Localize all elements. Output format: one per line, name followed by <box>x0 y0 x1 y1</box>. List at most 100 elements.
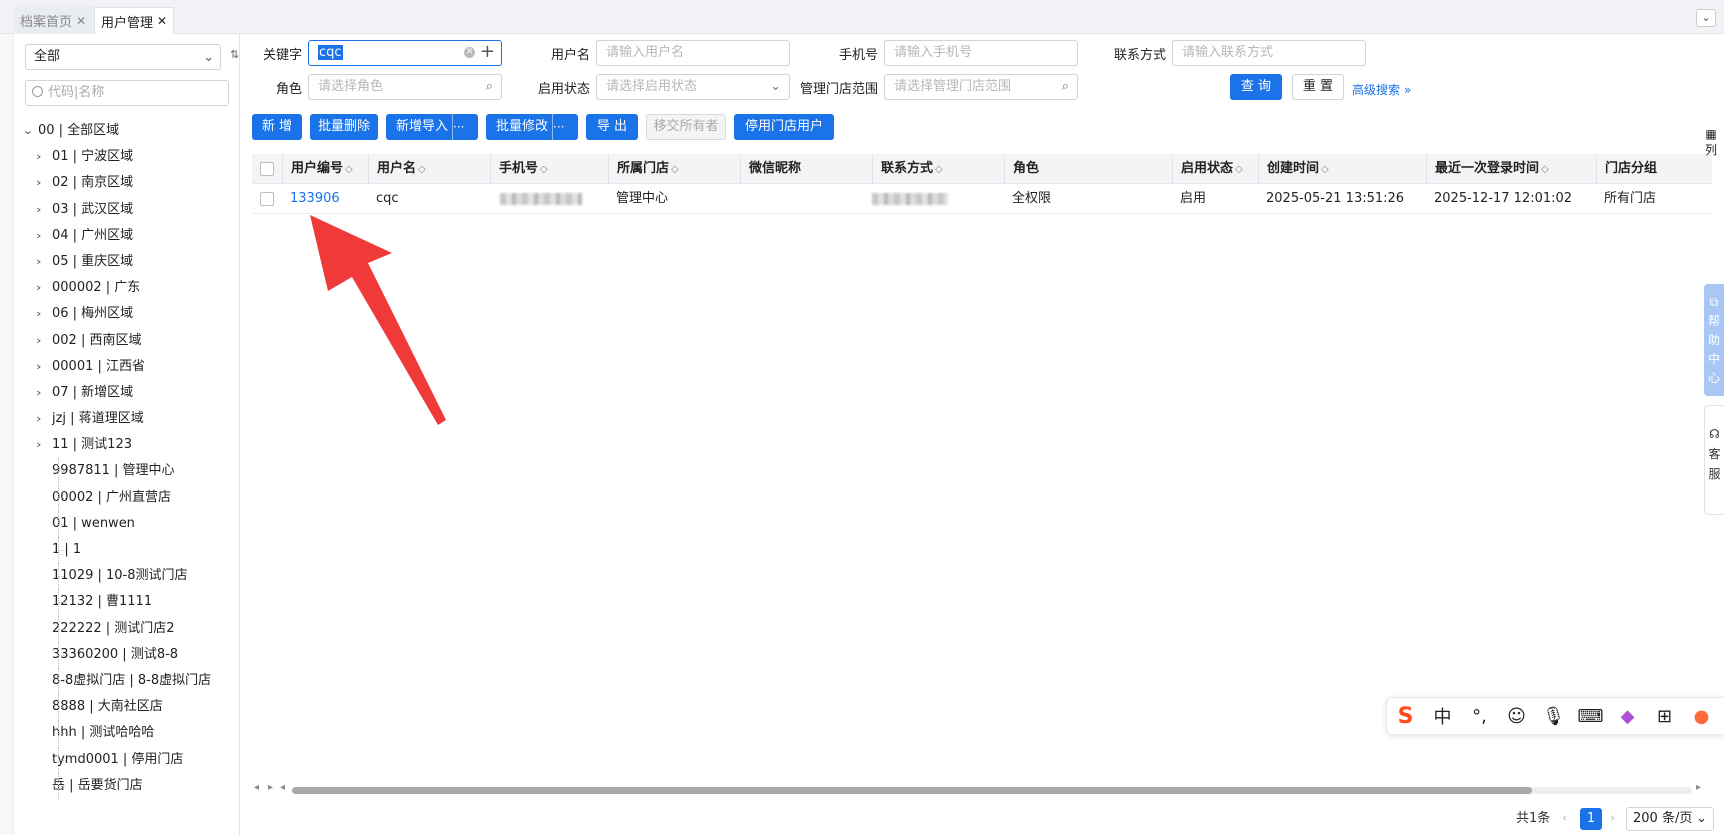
batch-delete-button[interactable]: 批量删除 <box>310 114 378 140</box>
punctuation-icon[interactable]: °, <box>1461 706 1498 727</box>
chevron-right-icon[interactable]: › <box>36 432 54 458</box>
tree-node-root[interactable]: ⌄ 00 | 全部区域 <box>22 118 238 144</box>
add-button[interactable]: 新 增 <box>252 114 302 140</box>
tree-node-region[interactable]: › 05 | 重庆区域 <box>24 249 238 275</box>
page-size-select[interactable]: 200 条/页 ⌄ <box>1626 807 1714 831</box>
transfer-owner-button[interactable]: 移交所有者 <box>646 114 726 140</box>
scope-select[interactable]: 全部 ⌄ <box>25 44 221 70</box>
tree-node-region[interactable]: › 002 | 西南区域 <box>24 328 238 354</box>
scroll-thumb[interactable] <box>292 787 1532 794</box>
chevron-right-icon[interactable]: › <box>36 197 54 223</box>
microphone-icon[interactable]: 🎙 <box>1535 706 1572 727</box>
tree-node-store[interactable]: 12132 | 曹1111 <box>24 589 238 616</box>
disable-store-user-button[interactable]: 停用门店用户 <box>734 114 834 140</box>
tree-node-region[interactable]: › 04 | 广州区域 <box>24 223 238 249</box>
keyboard-icon[interactable]: ⌨ <box>1572 706 1609 727</box>
more-icon[interactable]: ··· <box>552 114 578 140</box>
th-status[interactable]: 启用状态 ◇ <box>1172 154 1258 184</box>
mascot-icon[interactable]: ● <box>1683 706 1720 727</box>
role-select[interactable]: 请选择角色 ⌕ <box>308 74 502 100</box>
tree-node-region[interactable]: › jzj | 蒋道理区域 <box>24 406 238 432</box>
tree-node-store[interactable]: 9987811 | 管理中心 <box>24 458 238 485</box>
tree-node-region[interactable]: › 02 | 南京区域 <box>24 170 238 196</box>
tree-node-region[interactable]: › 03 | 武汉区域 <box>24 197 238 223</box>
scroll-right-icon[interactable]: ▸ <box>268 782 273 793</box>
chevron-right-icon[interactable]: › <box>36 380 54 406</box>
tab-user-management[interactable]: 用户管理 ✕ <box>94 7 175 34</box>
clear-icon[interactable]: ✕ <box>464 47 475 58</box>
store-range-select[interactable]: 请选择管理门店范围 ⌕ <box>884 74 1078 100</box>
batch-edit-button[interactable]: 批量修改 ··· <box>486 114 578 140</box>
th-phone[interactable]: 手机号 ◇ <box>490 154 612 184</box>
column-settings-button[interactable]: ▦ 列 <box>1700 126 1722 158</box>
tree-node-store[interactable]: 11029 | 10-8测试门店 <box>24 563 238 590</box>
export-button[interactable]: 导 出 <box>586 114 638 140</box>
tree-node-store[interactable]: 8888 | 大南社区店 <box>24 694 238 721</box>
advanced-search-link[interactable]: 高级搜索 » <box>1352 81 1411 98</box>
tree-node-store[interactable]: 8-8虚拟门店 | 8-8虚拟门店 <box>24 667 238 694</box>
username-input[interactable]: 请输入用户名 <box>596 40 790 66</box>
chevron-down-icon[interactable]: ⌄ <box>22 118 40 144</box>
tree-node-store[interactable]: 33360200 | 测试8-8 <box>24 641 238 668</box>
scroll-end-icon[interactable]: ▸ <box>1696 782 1701 793</box>
tree-node-region[interactable]: › 07 | 新增区域 <box>24 380 238 406</box>
status-select[interactable]: 请选择启用状态 ⌄ <box>596 74 790 100</box>
chevron-right-icon[interactable]: › <box>36 406 54 432</box>
chevron-down-icon[interactable]: ⌄ <box>1696 9 1716 27</box>
chevron-right-icon[interactable]: › <box>36 354 54 380</box>
tree-node-store[interactable]: 01 | wenwen <box>24 510 238 537</box>
query-button[interactable]: 查 询 <box>1230 74 1282 100</box>
sogou-logo-icon[interactable]: S <box>1387 704 1424 729</box>
page-1-button[interactable]: 1 <box>1580 808 1602 830</box>
tree-node-region[interactable]: › 01 | 宁波区域 <box>24 144 238 170</box>
close-icon[interactable]: ✕ <box>76 14 86 28</box>
more-icon[interactable]: ··· <box>452 114 478 140</box>
chevron-right-icon[interactable]: › <box>36 170 54 196</box>
tab-archive-home[interactable]: 档案首页 ✕ <box>14 7 93 34</box>
phone-input[interactable]: 请输入手机号 <box>884 40 1078 66</box>
contact-input[interactable]: 请输入联系方式 <box>1172 40 1366 66</box>
chevron-right-icon[interactable]: › <box>36 328 54 354</box>
th-username[interactable]: 用户名 ◇ <box>368 154 490 184</box>
horizontal-scrollbar[interactable]: ◂ ▸ ◂ ▸ <box>252 782 1702 798</box>
emoji-icon[interactable]: ☺ <box>1498 706 1535 727</box>
customer-service-button[interactable]: ☊ 客服 <box>1704 405 1724 515</box>
th-last-login[interactable]: 最近一次登录时间 ◇ <box>1426 154 1596 184</box>
skin-icon[interactable]: ◆ <box>1609 706 1646 727</box>
keyword-input[interactable]: cqc ✕ + <box>308 40 502 66</box>
plus-icon[interactable]: + <box>480 41 495 63</box>
select-all-checkbox[interactable] <box>260 162 274 176</box>
table-row[interactable]: 133906 cqc 管理中心 全权限 启用 2025-05-21 13:51:… <box>252 184 1712 214</box>
next-page-icon[interactable]: › <box>1610 808 1615 830</box>
tree-node-store[interactable]: 岳 | 岳要货门店 <box>24 772 238 799</box>
chevron-right-icon[interactable]: › <box>36 144 54 170</box>
import-button[interactable]: 新增导入 ··· <box>386 114 478 140</box>
th-store[interactable]: 所属门店 ◇ <box>608 154 740 184</box>
chevron-right-icon[interactable]: › <box>36 223 54 249</box>
grid-icon[interactable]: ⊞ <box>1646 706 1683 727</box>
tree-node-region[interactable]: › 06 | 梅州区域 <box>24 301 238 327</box>
tree-search-input[interactable]: 代码|名称 <box>25 80 229 106</box>
tree-node-region[interactable]: › 00001 | 江西省 <box>24 354 238 380</box>
sort-icon[interactable]: ⇅ <box>230 48 239 61</box>
tree-node-store[interactable]: hhh | 测试哈哈哈 <box>24 720 238 747</box>
tree-node-region[interactable]: › 11 | 测试123 <box>24 432 238 458</box>
tree-node-store[interactable]: 1 | 1 <box>24 537 238 563</box>
tree-node-store[interactable]: 00002 | 广州直营店 <box>24 484 238 511</box>
th-contact[interactable]: 联系方式 ◇ <box>872 154 1004 184</box>
close-icon[interactable]: ✕ <box>157 14 167 28</box>
chevron-right-icon[interactable]: › <box>36 275 54 301</box>
th-created[interactable]: 创建时间 ◇ <box>1258 154 1426 184</box>
chinese-mode-icon[interactable]: 中 <box>1424 703 1461 729</box>
scroll-left-icon[interactable]: ◂ <box>254 782 259 793</box>
row-checkbox[interactable] <box>260 192 274 206</box>
tree-node-region[interactable]: › 000002 | 广东 <box>24 275 238 301</box>
tree-node-store[interactable]: 222222 | 测试门店2 <box>24 615 238 642</box>
tree-node-store[interactable]: tymd0001 | 停用门店 <box>24 746 238 773</box>
chevron-right-icon[interactable]: › <box>36 249 54 275</box>
scroll-start-icon[interactable]: ◂ <box>280 782 285 793</box>
prev-page-icon[interactable]: ‹ <box>1562 808 1567 830</box>
help-center-button[interactable]: ⧉ 帮助中心 <box>1704 284 1724 396</box>
th-user-id[interactable]: 用户编号 ◇ <box>282 154 368 184</box>
reset-button[interactable]: 重 置 <box>1292 74 1344 100</box>
